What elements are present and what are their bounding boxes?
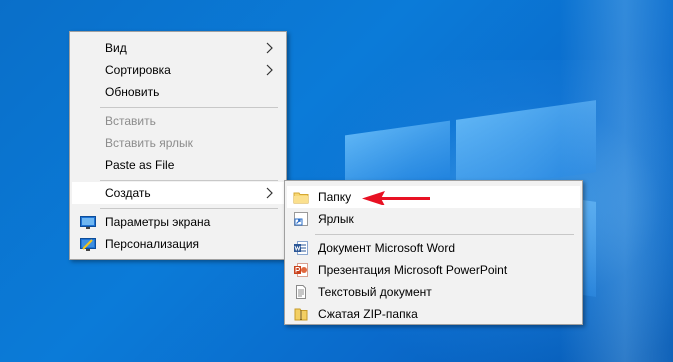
- menu-item-label: Обновить: [105, 85, 160, 99]
- menu-item-paste-as-file[interactable]: Paste as File: [72, 154, 284, 176]
- submenu-item-folder[interactable]: Папку: [287, 186, 580, 208]
- annotation-arrow-icon: [362, 191, 430, 205]
- menu-separator: [100, 107, 278, 108]
- personalization-icon: [80, 238, 96, 251]
- menu-item-label: Вставить: [105, 114, 156, 128]
- submenu-item-powerpoint[interactable]: Презентация Microsoft PowerPoint: [287, 259, 580, 281]
- menu-item-label: Создать: [105, 186, 151, 200]
- menu-item-paste-shortcut[interactable]: Вставить ярлык: [72, 132, 284, 154]
- menu-item-label: Сортировка: [105, 63, 171, 77]
- menu-item-label: Paste as File: [105, 158, 175, 172]
- menu-item-refresh[interactable]: Обновить: [72, 81, 284, 103]
- text-document-icon: [296, 285, 306, 299]
- menu-separator: [315, 234, 574, 235]
- submenu-item-label: Папку: [318, 190, 352, 204]
- submenu-item-label: Сжатая ZIP-папка: [318, 307, 418, 321]
- word-document-icon: [294, 241, 308, 255]
- submenu-item-label: Ярлык: [318, 212, 354, 226]
- create-submenu: Папку Ярлык Документ Microsoft Word През…: [284, 180, 583, 325]
- display-settings-icon: [80, 216, 96, 229]
- desktop-context-menu: Вид Сортировка Обновить Вставить Вставит…: [69, 31, 287, 260]
- submenu-item-word-document[interactable]: Документ Microsoft Word: [287, 237, 580, 259]
- menu-item-sort[interactable]: Сортировка: [72, 59, 284, 81]
- submenu-item-label: Презентация Microsoft PowerPoint: [318, 263, 508, 277]
- menu-item-label: Персонализация: [105, 237, 200, 251]
- menu-item-label: Вставить ярлык: [105, 136, 193, 150]
- menu-separator: [100, 208, 278, 209]
- menu-item-label: Вид: [105, 41, 127, 55]
- menu-item-label: Параметры экрана: [105, 215, 211, 229]
- chevron-right-icon: [266, 64, 273, 76]
- menu-separator: [100, 180, 278, 181]
- powerpoint-presentation-icon: [294, 263, 308, 277]
- submenu-item-label: Документ Microsoft Word: [318, 241, 456, 255]
- zip-folder-icon: [294, 308, 308, 321]
- chevron-right-icon: [266, 42, 273, 54]
- menu-item-view[interactable]: Вид: [72, 37, 284, 59]
- chevron-right-icon: [266, 187, 273, 199]
- menu-item-create[interactable]: Создать: [72, 182, 284, 204]
- submenu-item-label: Текстовый документ: [318, 285, 432, 299]
- menu-item-paste[interactable]: Вставить: [72, 110, 284, 132]
- menu-item-display-settings[interactable]: Параметры экрана: [72, 211, 284, 233]
- submenu-item-text-document[interactable]: Текстовый документ: [287, 281, 580, 303]
- submenu-item-shortcut[interactable]: Ярлык: [287, 208, 580, 230]
- shortcut-icon: [294, 212, 308, 226]
- menu-item-personalization[interactable]: Персонализация: [72, 233, 284, 255]
- folder-icon: [293, 192, 309, 204]
- submenu-item-zip-folder[interactable]: Сжатая ZIP-папка: [287, 303, 580, 325]
